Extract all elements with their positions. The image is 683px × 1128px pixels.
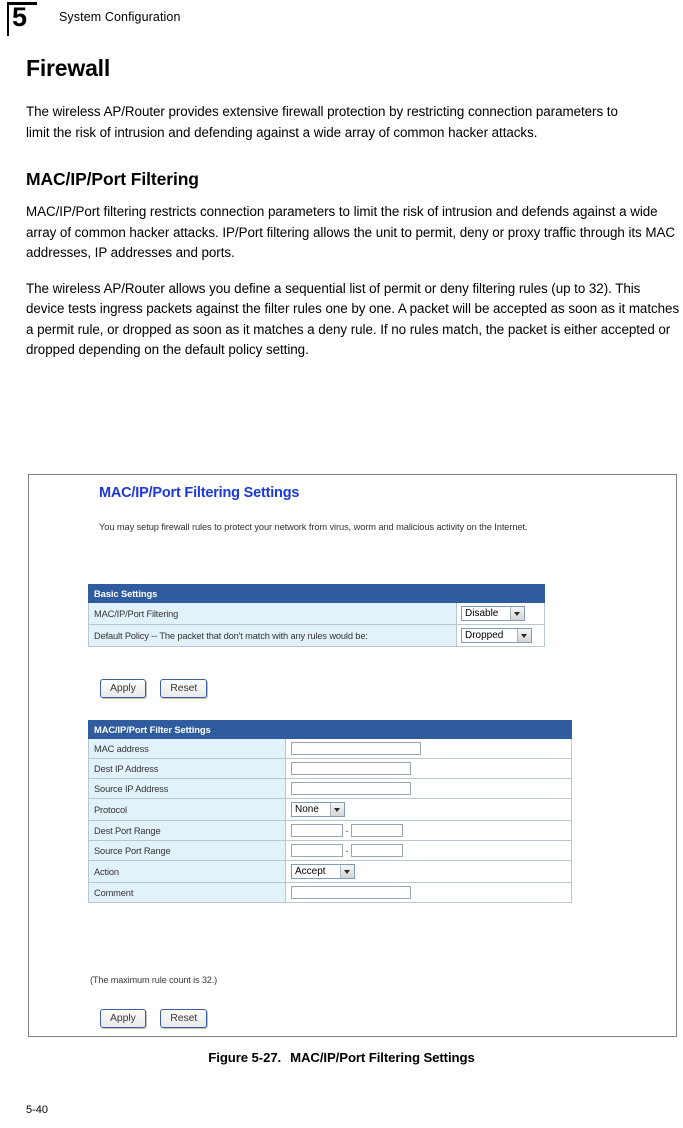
dest-port-range-separator: - — [345, 825, 349, 836]
basic-settings-table: Basic Settings MAC/IP/Port Filtering Dis… — [88, 584, 545, 647]
chevron-down-icon[interactable] — [340, 865, 354, 878]
chevron-down-icon[interactable] — [517, 629, 531, 642]
row-label-source-ip-address: Source IP Address — [88, 778, 286, 799]
filter-settings-header-row: MAC/IP/Port Filter Settings — [88, 720, 572, 739]
mac-address-input[interactable] — [291, 742, 421, 755]
badge-left-rule — [7, 2, 9, 36]
table-row: MAC address — [88, 738, 572, 759]
chapter-number: 5 — [12, 2, 27, 32]
filtering-enable-select-value: Disable — [465, 608, 499, 619]
table-row: Protocol None — [88, 798, 572, 821]
row-label-protocol: Protocol — [88, 798, 286, 821]
row-value-dest-port-range: - — [285, 820, 572, 841]
default-policy-select[interactable]: Dropped — [461, 628, 532, 643]
figure-caption-text: MAC/IP/Port Filtering Settings — [290, 1050, 475, 1065]
dest-port-range-from-input[interactable] — [291, 824, 343, 837]
source-ip-address-input[interactable] — [291, 782, 411, 795]
filter-settings-header-label: MAC/IP/Port Filter Settings — [88, 720, 572, 739]
basic-settings-header-label: Basic Settings — [88, 584, 545, 603]
section-paragraph-2: The wireless AP/Router allows you define… — [26, 280, 680, 358]
basic-settings-button-row: Apply Reset — [100, 678, 208, 698]
section-heading-mac-ip-port-filtering: MAC/IP/Port Filtering — [26, 169, 199, 189]
filter-apply-button[interactable]: Apply — [100, 1009, 146, 1028]
row-value-mac-ip-port-filtering: Disable — [456, 602, 545, 625]
row-label-mac-ip-port-filtering: MAC/IP/Port Filtering — [88, 602, 457, 625]
basic-reset-button[interactable]: Reset — [160, 679, 208, 698]
ui-page-title: MAC/IP/Port Filtering Settings — [99, 485, 300, 501]
row-label-source-port-range: Source Port Range — [88, 840, 286, 861]
row-label-comment: Comment — [88, 882, 286, 903]
filter-settings-button-row: Apply Reset — [100, 1008, 208, 1028]
action-select-value: Accept — [295, 866, 326, 877]
protocol-select[interactable]: None — [291, 802, 345, 817]
figure-caption: Figure 5-27. MAC/IP/Port Filtering Settin… — [0, 1050, 683, 1065]
header-title: System Configuration — [59, 10, 181, 24]
table-row: Source IP Address — [88, 778, 572, 799]
dest-port-range-to-input[interactable] — [351, 824, 403, 837]
table-row: Source Port Range - — [88, 840, 572, 861]
protocol-select-value: None — [295, 804, 319, 815]
ui-page-description: You may setup firewall rules to protect … — [99, 522, 528, 532]
comment-input[interactable] — [291, 886, 411, 899]
intro-paragraph: The wireless AP/Router provides extensiv… — [26, 104, 618, 140]
row-label-mac-address: MAC address — [88, 738, 286, 759]
row-label-dest-ip-address: Dest IP Address — [88, 758, 286, 779]
table-row: MAC/IP/Port Filtering Disable — [88, 602, 545, 625]
row-value-action: Accept — [285, 860, 572, 883]
filter-reset-button[interactable]: Reset — [160, 1009, 208, 1028]
page-number-footer: 5-40 — [26, 1104, 49, 1116]
table-row: Dest IP Address — [88, 758, 572, 779]
source-port-range-to-input[interactable] — [351, 844, 403, 857]
action-select[interactable]: Accept — [291, 864, 355, 879]
row-value-dest-ip-address — [285, 758, 572, 779]
basic-apply-button[interactable]: Apply — [100, 679, 146, 698]
figure-caption-label: Figure 5-27. — [208, 1050, 282, 1065]
row-label-action: Action — [88, 860, 286, 883]
table-row: Action Accept — [88, 860, 572, 883]
default-policy-select-value: Dropped — [465, 630, 504, 641]
table-row: Comment — [88, 882, 572, 903]
source-port-range-from-input[interactable] — [291, 844, 343, 857]
row-value-source-port-range: - — [285, 840, 572, 861]
basic-settings-header-row: Basic Settings — [88, 584, 545, 603]
source-port-range-separator: - — [345, 845, 349, 856]
max-rule-count-note: (The maximum rule count is 32.) — [90, 975, 218, 985]
row-label-dest-port-range: Dest Port Range — [88, 820, 286, 841]
row-value-default-policy: Dropped — [456, 624, 545, 647]
section-paragraph-1: MAC/IP/Port filtering restricts connecti… — [26, 204, 675, 260]
row-value-protocol: None — [285, 798, 572, 821]
chapter-number-badge: 5 — [7, 0, 37, 36]
filter-settings-table: MAC/IP/Port Filter Settings MAC address … — [88, 720, 572, 903]
document-body: Firewall The wireless AP/Router provides… — [26, 55, 681, 376]
chevron-down-icon[interactable] — [510, 607, 524, 620]
filtering-enable-select[interactable]: Disable — [461, 606, 525, 621]
page-title: Firewall — [26, 55, 111, 81]
row-value-comment — [285, 882, 572, 903]
page-running-header: 5 System Configuration — [0, 0, 683, 40]
table-row: Dest Port Range - — [88, 820, 572, 841]
row-label-default-policy: Default Policy -- The packet that don't … — [88, 624, 457, 647]
row-value-mac-address — [285, 738, 572, 759]
row-value-source-ip-address — [285, 778, 572, 799]
table-row: Default Policy -- The packet that don't … — [88, 624, 545, 647]
dest-ip-address-input[interactable] — [291, 762, 411, 775]
chevron-down-icon[interactable] — [330, 803, 344, 816]
